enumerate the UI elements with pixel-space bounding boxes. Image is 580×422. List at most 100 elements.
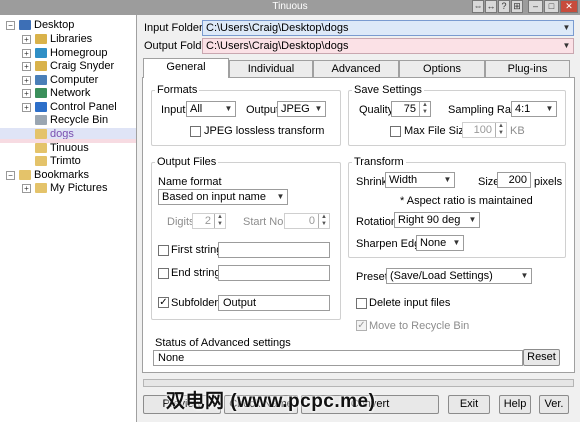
tab-options[interactable]: Options	[399, 60, 485, 77]
help-icon[interactable]: ?	[498, 0, 510, 13]
size-input[interactable]: 200	[497, 172, 531, 188]
tree-item-label: Control Panel	[50, 101, 117, 113]
pin-icon[interactable]: ⊞	[511, 0, 523, 13]
sampling-ratio-select[interactable]: 4:1 ▼	[511, 101, 557, 117]
chevron-down-icon: ▼	[452, 238, 461, 247]
end-string-checkbox[interactable]	[158, 268, 169, 279]
size-unit: pixels	[534, 176, 563, 188]
tree-item[interactable]: + Craig Snyder	[0, 60, 136, 73]
formats-group	[151, 90, 341, 146]
output-format-select[interactable]: JPEG ▼	[277, 101, 326, 117]
formats-title: Formats	[155, 84, 200, 96]
version-button[interactable]: Ver.	[539, 395, 569, 414]
tree-item[interactable]: Tinuous	[0, 142, 136, 155]
help-button[interactable]: Help	[499, 395, 531, 414]
name-format-select[interactable]: Based on input name ▼	[158, 189, 288, 205]
chevron-down-icon[interactable]: ▼	[560, 39, 573, 53]
minimize-button[interactable]: –	[528, 0, 543, 13]
shrink-select[interactable]: Width ▼	[385, 172, 455, 188]
collapse-icon[interactable]: −	[6, 21, 15, 30]
tree-item[interactable]: Trimto	[0, 155, 136, 168]
save-settings-group	[348, 90, 566, 146]
chevron-down-icon[interactable]: ▼	[560, 21, 573, 35]
expand-icon[interactable]: +	[22, 49, 31, 58]
tab-advanced[interactable]: Advanced	[313, 60, 399, 77]
max-file-size-checkbox[interactable]	[390, 126, 401, 137]
tab-plugins[interactable]: Plug-ins	[485, 60, 570, 77]
preset-select[interactable]: (Save/Load Settings) ▼	[386, 268, 532, 284]
output-folder-field[interactable]: C:\Users\Craig\Desktop\dogs ▼	[202, 38, 574, 54]
max-file-size-label: Max File Size	[404, 125, 471, 137]
max-file-size-unit: KB	[510, 125, 525, 137]
bookmark-folder-icon	[19, 170, 31, 180]
expand-icon[interactable]: +	[22, 76, 31, 85]
tree-item-label: Libraries	[50, 33, 93, 45]
tree-item-label: Craig Snyder	[50, 60, 115, 72]
first-string-checkbox[interactable]	[158, 245, 169, 256]
expand-icon[interactable]: +	[22, 35, 31, 44]
desktop-icon	[19, 20, 31, 30]
end-string-input[interactable]	[218, 265, 330, 281]
status-advanced-field: None	[153, 350, 523, 366]
tree-item[interactable]: − Desktop	[0, 19, 136, 32]
expand-icon[interactable]: +	[22, 89, 31, 98]
sharpen-edge-select[interactable]: None ▼	[416, 235, 464, 251]
start-number-stepper[interactable]: 0 ▲ ▼	[284, 213, 330, 229]
tree-item[interactable]: Recycle Bin	[0, 114, 136, 127]
tree-item[interactable]: + Libraries	[0, 33, 136, 46]
tree-item-label: Desktop	[34, 19, 75, 31]
subfolder-checkbox[interactable]: ✓	[158, 297, 169, 308]
max-file-size-stepper[interactable]: 100 ▲ ▼	[462, 122, 507, 138]
spin-arrows-icon[interactable]: ▲ ▼	[318, 214, 329, 228]
tree-item[interactable]: + Control Panel	[0, 101, 136, 114]
save-settings-title: Save Settings	[352, 84, 424, 96]
tree-item-label: Trimto	[50, 155, 81, 167]
tree-item[interactable]: + Computer	[0, 74, 136, 87]
input-folder-field[interactable]: C:\Users\Craig\Desktop\dogs ▼	[202, 20, 574, 36]
folder-tree[interactable]: − Desktop + Libraries + Homegroup + Craig Snyde…	[0, 15, 137, 422]
homegroup-icon	[35, 48, 47, 58]
selection-band	[0, 139, 136, 143]
resize-icon[interactable]: ↔	[485, 0, 497, 13]
tree-item-label: Network	[50, 87, 91, 99]
tree-item[interactable]: + My Pictures	[0, 182, 136, 195]
folder-icon	[35, 143, 47, 153]
chevron-down-icon: ▼	[468, 215, 477, 224]
expand-icon[interactable]: +	[22, 103, 31, 112]
collapse-icon[interactable]: −	[6, 171, 15, 180]
tree-item-label: Bookmarks	[34, 169, 90, 181]
exit-button[interactable]: Exit	[448, 395, 490, 414]
quality-stepper[interactable]: 75 ▲ ▼	[391, 101, 431, 117]
digits-stepper[interactable]: 2 ▲ ▼	[192, 213, 226, 229]
jpeg-lossless-checkbox[interactable]	[190, 126, 201, 137]
rotation-select[interactable]: Right 90 deg ▼	[394, 212, 480, 228]
tree-item[interactable]: + Network	[0, 87, 136, 100]
delete-input-files-checkbox[interactable]	[356, 298, 367, 309]
reset-button[interactable]: Reset	[523, 349, 560, 366]
expand-icon[interactable]: +	[22, 62, 31, 71]
spin-arrows-icon[interactable]: ▲ ▼	[419, 102, 430, 116]
status-advanced-label: Status of Advanced settings	[155, 337, 291, 349]
spin-arrows-icon[interactable]: ▲ ▼	[495, 123, 506, 137]
first-string-input[interactable]	[218, 242, 330, 258]
aspect-ratio-note: * Aspect ratio is maintained	[400, 195, 533, 207]
tree-item-label: Tinuous	[50, 142, 89, 154]
folder-icon	[35, 129, 47, 139]
expand-icon[interactable]: +	[22, 184, 31, 193]
tab-general[interactable]: General	[143, 58, 229, 78]
maximize-button[interactable]: □	[544, 0, 559, 13]
app-menu-icon[interactable]: ⇔	[472, 0, 484, 13]
close-button[interactable]: ✕	[560, 0, 578, 13]
input-format-select[interactable]: All ▼	[186, 101, 236, 117]
chevron-down-icon: ▼	[443, 175, 452, 184]
subfolder-label: Subfolder	[171, 297, 219, 309]
tree-item[interactable]: − Bookmarks	[0, 169, 136, 182]
end-string-label: End string	[171, 267, 221, 279]
subfolder-input[interactable]: Output	[218, 295, 330, 311]
move-to-recycle-bin-checkbox[interactable]: ✓	[356, 320, 367, 331]
tree-item[interactable]: + Homegroup	[0, 47, 136, 60]
tab-individual[interactable]: Individual	[229, 60, 313, 77]
tree-item-label: Homegroup	[50, 47, 108, 59]
spin-arrows-icon[interactable]: ▲ ▼	[214, 214, 225, 228]
input-format-label: Input	[161, 104, 186, 116]
